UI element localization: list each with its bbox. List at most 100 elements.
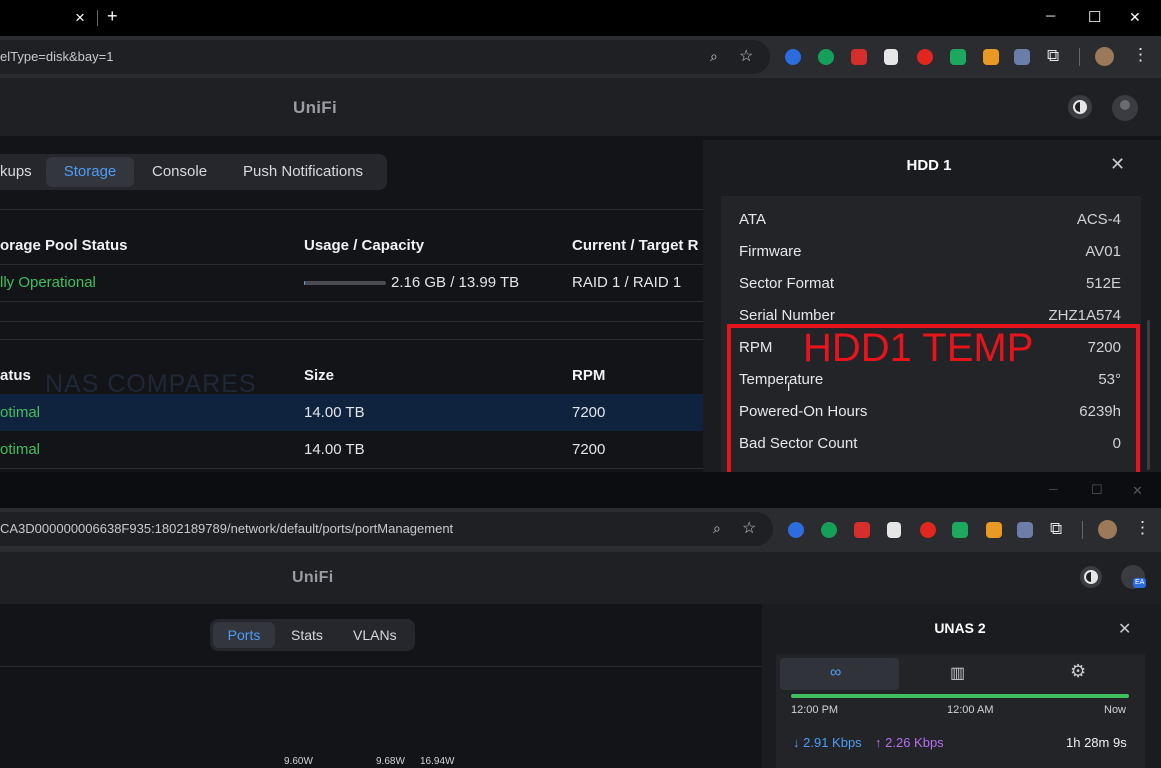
menu-kebab-icon[interactable]: ⋮ bbox=[1132, 45, 1149, 65]
col-pool-status[interactable]: orage Pool Status bbox=[0, 237, 128, 254]
tab-overview[interactable]: ∞ bbox=[780, 658, 899, 690]
theme-toggle-button[interactable] bbox=[1080, 566, 1102, 588]
address-bar: elType=disk&bay=1 ⌕ ☆ ⧉ ⋮ bbox=[0, 36, 1161, 78]
tab-push-notifications[interactable]: Push Notifications bbox=[243, 163, 363, 180]
binoculars-icon: ∞ bbox=[830, 664, 842, 681]
screen-extension-icon[interactable] bbox=[1014, 49, 1030, 65]
detail-value: ACS-4 bbox=[1076, 211, 1121, 228]
download-extension-icon[interactable] bbox=[884, 49, 898, 65]
grammarly-icon[interactable] bbox=[821, 522, 837, 538]
extension-icon-1[interactable] bbox=[788, 522, 804, 538]
timeline-label: 12:00 AM bbox=[947, 704, 994, 716]
bookmark-star-icon[interactable]: ☆ bbox=[739, 46, 753, 66]
detail-key: ATA bbox=[739, 211, 766, 228]
uptime-value: 1h 28m 9s bbox=[1066, 735, 1127, 750]
zoom-icon[interactable]: ⌕ bbox=[710, 48, 718, 65]
notes-extension-icon[interactable] bbox=[983, 49, 999, 65]
media-extension-icon[interactable] bbox=[950, 49, 966, 65]
profile-avatar[interactable] bbox=[1098, 520, 1117, 539]
user-avatar[interactable]: EA bbox=[1121, 565, 1147, 589]
stop-extension-icon[interactable] bbox=[917, 49, 933, 65]
unifi-header: UniFi bbox=[0, 78, 1161, 136]
extension-icon-1[interactable] bbox=[785, 49, 801, 65]
disk-rpm: 7200 bbox=[572, 404, 606, 421]
disk-rpm: 7200 bbox=[572, 441, 606, 458]
col-rpm[interactable]: RPM bbox=[572, 367, 605, 384]
usage-value: 2.16 GB / 13.99 TB bbox=[391, 274, 520, 291]
download-value: 2.91 Kbps bbox=[803, 735, 862, 750]
toolbar-divider bbox=[1082, 521, 1083, 539]
url-text: CA3D000000006638F935:1802189789/network/… bbox=[0, 521, 454, 536]
panel-title: HDD 1 bbox=[906, 157, 952, 174]
close-window-button[interactable]: ✕ bbox=[1132, 483, 1143, 499]
avatar-badge: EA bbox=[1133, 578, 1147, 588]
tab-backups[interactable]: kups bbox=[0, 163, 32, 180]
puzzle-icon[interactable]: ⧉ bbox=[1047, 46, 1059, 66]
detail-key: Firmware bbox=[739, 243, 802, 260]
address-bar: CA3D000000006638F935:1802189789/network/… bbox=[0, 508, 1161, 552]
table-row[interactable]: otimal 14.00 TB 7200 bbox=[0, 432, 703, 468]
maximize-button[interactable]: ☐ bbox=[1088, 8, 1101, 26]
omnibox[interactable]: CA3D000000006638F935:1802189789/network/… bbox=[0, 512, 773, 546]
maximize-button[interactable]: ☐ bbox=[1091, 482, 1103, 498]
unifi-logo: UniFi bbox=[292, 569, 334, 586]
tab-console[interactable]: Console bbox=[152, 163, 207, 180]
timeline-label: Now bbox=[1104, 704, 1127, 716]
puzzle-icon[interactable]: ⧉ bbox=[1050, 519, 1062, 539]
disk-status: otimal bbox=[0, 441, 41, 458]
divider bbox=[0, 666, 762, 667]
detail-key: Sector Format bbox=[739, 275, 835, 292]
screen-extension-icon[interactable] bbox=[1017, 522, 1033, 538]
tab-storage[interactable]: Storage bbox=[46, 157, 134, 187]
close-window-button[interactable]: ✕ bbox=[1129, 9, 1141, 26]
settings-gear-icon[interactable]: ⚙ bbox=[1070, 661, 1086, 682]
port-tabs: Ports Stats VLANs bbox=[210, 619, 415, 651]
network-window: ─ ☐ ✕ CA3D000000006638F935:1802189789/ne… bbox=[0, 472, 1161, 768]
col-usage-capacity[interactable]: Usage / Capacity bbox=[304, 237, 424, 254]
disk-size: 14.00 TB bbox=[304, 441, 365, 458]
new-tab-button[interactable]: + bbox=[107, 6, 118, 27]
power-label: 9.60W bbox=[284, 756, 313, 767]
theme-toggle-button[interactable] bbox=[1068, 95, 1092, 119]
upload-rate: ↑ 2.26 Kbps bbox=[875, 735, 944, 750]
zoom-icon[interactable]: ⌕ bbox=[713, 520, 721, 537]
tab-stats[interactable]: Stats bbox=[291, 627, 323, 643]
tab-close-button[interactable]: × bbox=[75, 8, 85, 28]
adblock-icon[interactable] bbox=[851, 49, 867, 65]
minimize-button[interactable]: ─ bbox=[1046, 8, 1055, 23]
annotation-label: HDD1 TEMP bbox=[803, 326, 1034, 370]
disk-status: otimal bbox=[0, 404, 41, 421]
grammarly-icon[interactable] bbox=[818, 49, 834, 65]
media-extension-icon[interactable] bbox=[952, 522, 968, 538]
tab-vlans[interactable]: VLANs bbox=[353, 627, 397, 643]
toolbar-divider bbox=[1079, 48, 1080, 66]
bar-chart-icon[interactable]: ▥ bbox=[950, 663, 965, 683]
minimize-button[interactable]: ─ bbox=[1049, 482, 1058, 496]
table-row-selected[interactable]: otimal 14.00 TB 7200 bbox=[0, 394, 703, 431]
divider bbox=[0, 209, 703, 210]
arrow-down-icon: ↓ bbox=[793, 735, 804, 750]
col-disk-status[interactable]: atus bbox=[0, 367, 31, 384]
omnibox[interactable]: elType=disk&bay=1 ⌕ ☆ bbox=[0, 40, 770, 74]
menu-kebab-icon[interactable]: ⋮ bbox=[1134, 518, 1151, 538]
col-raid[interactable]: Current / Target R bbox=[572, 237, 698, 254]
close-panel-icon[interactable]: ✕ bbox=[1118, 619, 1131, 639]
detail-value: ZHZ1A574 bbox=[1048, 307, 1121, 324]
divider bbox=[0, 468, 703, 469]
power-label: 16.94W bbox=[420, 756, 455, 767]
adblock-icon[interactable] bbox=[854, 522, 870, 538]
device-panel: UNAS 2 ✕ ∞ ▥ ⚙ 12:00 PM 12:00 AM Now ↓ 2… bbox=[762, 604, 1161, 768]
profile-avatar[interactable] bbox=[1095, 47, 1114, 66]
scrollbar[interactable] bbox=[1147, 320, 1150, 470]
usage-bar bbox=[304, 281, 386, 285]
overview-card: ∞ ▥ ⚙ 12:00 PM 12:00 AM Now ↓ 2.91 Kbps … bbox=[776, 654, 1145, 768]
notes-extension-icon[interactable] bbox=[986, 522, 1002, 538]
download-extension-icon[interactable] bbox=[887, 522, 901, 538]
close-panel-icon[interactable]: ✕ bbox=[1110, 154, 1125, 175]
stop-extension-icon[interactable] bbox=[920, 522, 936, 538]
user-avatar[interactable] bbox=[1112, 95, 1138, 121]
col-size[interactable]: Size bbox=[304, 367, 334, 384]
bookmark-star-icon[interactable]: ☆ bbox=[742, 518, 756, 538]
arrow-up-icon: ↑ bbox=[875, 735, 886, 750]
tab-ports[interactable]: Ports bbox=[213, 622, 275, 648]
